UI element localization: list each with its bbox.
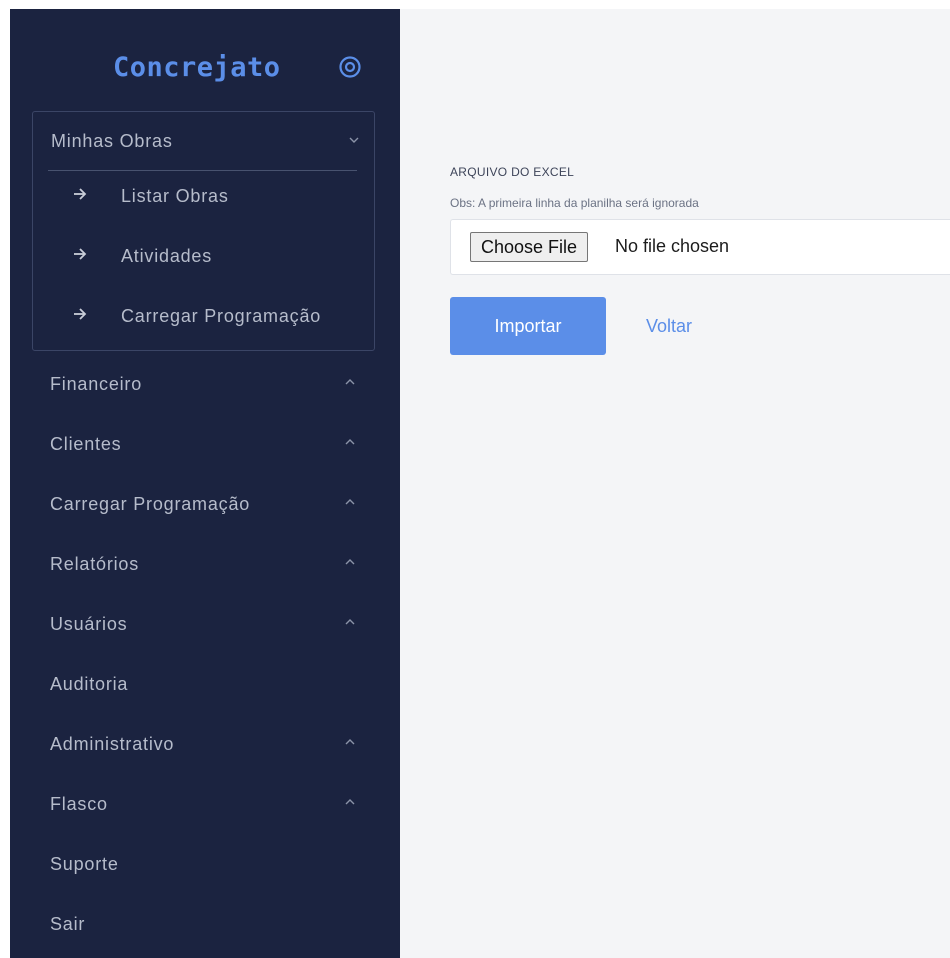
- sidebar-item-relatorios[interactable]: Relatórios: [10, 534, 400, 594]
- sidebar-item-carregar-programacao[interactable]: Carregar Programação: [33, 292, 374, 350]
- chevron-up-icon: [345, 619, 355, 625]
- chevron-up-icon: [345, 559, 355, 565]
- chevron-up-icon: [345, 439, 355, 445]
- sidebar-item-label: Auditoria: [50, 674, 129, 694]
- sidebar-item-atividades[interactable]: Atividades: [33, 232, 374, 290]
- back-link[interactable]: Voltar: [646, 316, 692, 337]
- sidebar-item-label: Financeiro: [50, 374, 143, 394]
- sidebar-item-label: Administrativo: [50, 734, 175, 754]
- sidebar-item-usuarios[interactable]: Usuários: [10, 594, 400, 654]
- sidebar-item-label: Listar Obras: [121, 186, 229, 206]
- divider: [48, 170, 357, 171]
- sidebar-item-label: Sair: [50, 914, 86, 934]
- sidebar-item-label: Usuários: [50, 614, 128, 634]
- sidebar-item-listar-obras[interactable]: Listar Obras: [33, 172, 374, 230]
- arrow-right-icon: [74, 248, 87, 260]
- excel-file-hint: Obs: A primeira linha da planilha será i…: [450, 196, 699, 210]
- sidebar-item-label: Flasco: [50, 794, 108, 814]
- choose-file-button[interactable]: Choose File: [470, 232, 589, 262]
- nav-group-label: Minhas Obras: [51, 131, 173, 151]
- sidebar-item-financeiro[interactable]: Financeiro: [10, 354, 400, 414]
- sidebar-item-label: Carregar Programação: [121, 306, 322, 326]
- main-content: ARQUIVO DO EXCEL Obs: A primeira linha d…: [400, 9, 950, 958]
- sidebar-item-sair[interactable]: Sair: [10, 894, 400, 954]
- sidebar-item-auditoria[interactable]: Auditoria: [10, 654, 400, 714]
- chevron-up-icon: [345, 739, 355, 745]
- arrow-right-icon: [74, 308, 87, 320]
- sidebar-item-carregar-programacao[interactable]: Carregar Programação: [10, 474, 400, 534]
- sidebar: Concrejato Minhas Obras Listar Obras Ati…: [10, 9, 400, 958]
- import-button[interactable]: Importar: [450, 297, 606, 355]
- nav-group-minhas-obras: Minhas Obras Listar Obras Atividades Car…: [32, 111, 375, 351]
- sidebar-item-label: Atividades: [121, 246, 213, 266]
- chevron-up-icon: [345, 379, 355, 385]
- chevron-down-icon: [349, 137, 359, 143]
- target-icon[interactable]: [338, 55, 362, 79]
- sidebar-item-label: Relatórios: [50, 554, 140, 574]
- nav-group-header[interactable]: Minhas Obras: [33, 112, 374, 170]
- sidebar-item-administrativo[interactable]: Administrativo: [10, 714, 400, 774]
- sidebar-item-flasco[interactable]: Flasco: [10, 774, 400, 834]
- brand-title[interactable]: Concrejato: [113, 52, 281, 83]
- brand: Concrejato: [10, 45, 400, 95]
- chevron-up-icon: [345, 499, 355, 505]
- sidebar-item-suporte[interactable]: Suporte: [10, 834, 400, 894]
- sidebar-item-label: Carregar Programação: [50, 494, 251, 514]
- arrow-right-icon: [74, 188, 87, 200]
- file-status: No file chosen: [615, 236, 730, 256]
- file-input[interactable]: Choose File No file chosen: [450, 219, 950, 275]
- sidebar-item-label: Clientes: [50, 434, 122, 454]
- sidebar-item-clientes[interactable]: Clientes: [10, 414, 400, 474]
- chevron-up-icon: [345, 799, 355, 805]
- sidebar-item-label: Suporte: [50, 854, 119, 874]
- excel-file-label: ARQUIVO DO EXCEL: [450, 165, 575, 179]
